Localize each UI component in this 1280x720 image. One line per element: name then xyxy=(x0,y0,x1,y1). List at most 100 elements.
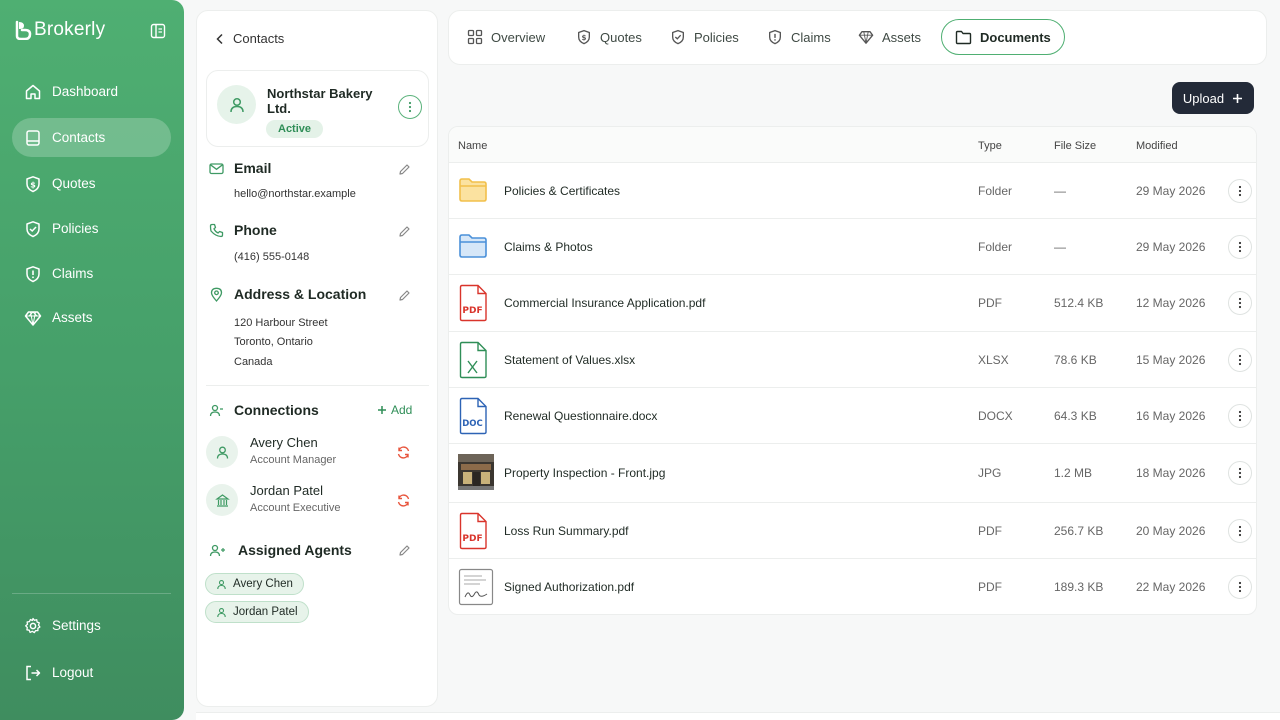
nav-claims[interactable]: Claims xyxy=(12,254,171,293)
svg-text:DOC: DOC xyxy=(462,419,483,429)
brokerly-logo[interactable]: Brokerly xyxy=(14,19,105,41)
column-type[interactable]: Type xyxy=(978,140,1002,152)
tab-overview[interactable]: Overview xyxy=(467,19,545,55)
file-name: Commercial Insurance Application.pdf xyxy=(504,296,706,310)
table-row[interactable]: DOC Renewal Questionnaire.docx DOCX 64.3… xyxy=(449,388,1256,444)
column-modified[interactable]: Modified xyxy=(1136,140,1178,152)
nav-settings[interactable]: Settings xyxy=(12,606,171,645)
file-modified: 16 May 2026 xyxy=(1136,409,1206,423)
table-row[interactable]: Property Inspection - Front.jpg JPG 1.2 … xyxy=(449,444,1256,503)
sync-icon[interactable] xyxy=(396,445,411,460)
add-connection-button[interactable]: Add xyxy=(377,403,412,417)
svg-text:$: $ xyxy=(30,180,36,189)
email-value[interactable]: hello@northstar.example xyxy=(234,185,356,205)
file-name: Policies & Certificates xyxy=(504,184,621,198)
row-actions-button[interactable] xyxy=(1228,291,1252,315)
nav-logout[interactable]: Logout xyxy=(12,653,171,692)
file-modified: 20 May 2026 xyxy=(1136,524,1206,538)
sync-icon[interactable] xyxy=(396,493,411,508)
collapse-sidebar-icon[interactable] xyxy=(150,23,166,39)
nav-dashboard[interactable]: Dashboard xyxy=(12,72,171,111)
file-type: XLSX xyxy=(978,353,1009,367)
file-size: — xyxy=(1054,184,1066,198)
tab-policies-label: Policies xyxy=(694,29,739,45)
column-name[interactable]: Name xyxy=(458,140,487,152)
nav-divider xyxy=(12,593,171,594)
address-section-header: Address & Location xyxy=(209,286,366,302)
file-size: 256.7 KB xyxy=(1054,524,1104,538)
dollar-shield-icon: $ xyxy=(26,175,40,192)
nav-quotes-label: Quotes xyxy=(52,176,96,191)
table-row[interactable]: Signed Authorization.pdf PDF 189.3 KB 22… xyxy=(449,559,1256,614)
connection-name[interactable]: Avery Chen xyxy=(250,435,318,450)
file-type: DOCX xyxy=(978,409,1013,423)
agent-chip-label: Jordan Patel xyxy=(233,606,298,618)
more-vertical-icon xyxy=(1238,297,1242,309)
table-row[interactable]: Statement of Values.xlsx XLSX 78.6 KB 15… xyxy=(449,332,1256,388)
more-vertical-icon xyxy=(408,101,412,113)
connection-role: Account Executive xyxy=(250,502,341,514)
tab-documents-label: Documents xyxy=(980,29,1051,45)
tab-quotes[interactable]: $ Quotes xyxy=(576,19,642,55)
nav-assets[interactable]: Assets xyxy=(12,298,171,337)
connections-section-header: Connections xyxy=(209,402,319,418)
tab-assets-label: Assets xyxy=(882,29,922,45)
plus-icon xyxy=(378,406,386,414)
table-row[interactable]: PDF Commercial Insurance Application.pdf… xyxy=(449,275,1256,332)
tab-claims[interactable]: Claims xyxy=(767,19,831,55)
phone-value[interactable]: (416) 555-0148 xyxy=(234,248,309,268)
shield-check-icon xyxy=(672,29,684,45)
row-actions-button[interactable] xyxy=(1228,235,1252,259)
file-type: JPG xyxy=(978,466,1002,480)
row-actions-button[interactable] xyxy=(1228,575,1252,599)
back-to-contacts[interactable]: Contacts xyxy=(215,31,284,46)
tab-documents[interactable]: Documents xyxy=(941,19,1065,55)
edit-agents-icon[interactable] xyxy=(398,544,411,557)
nav-contacts[interactable]: Contacts xyxy=(12,118,171,157)
row-actions-button[interactable] xyxy=(1228,404,1252,428)
folder-yellow-icon xyxy=(459,178,487,202)
chevron-left-icon xyxy=(216,33,223,44)
table-row[interactable]: Claims & Photos Folder — 29 May 2026 xyxy=(449,219,1256,275)
upload-button[interactable]: Upload xyxy=(1172,82,1254,114)
building-icon xyxy=(214,493,230,507)
row-actions-button[interactable] xyxy=(1228,519,1252,543)
contact-card: Northstar Bakery Ltd. Active xyxy=(206,70,429,147)
contact-book-icon xyxy=(26,129,40,146)
agent-chip[interactable]: Avery Chen xyxy=(205,573,304,595)
tab-bar: Overview $ Quotes Policies Claims Assets… xyxy=(448,10,1267,65)
edit-address-icon[interactable] xyxy=(398,289,411,302)
tab-policies[interactable]: Policies xyxy=(670,19,739,55)
back-label: Contacts xyxy=(233,31,285,46)
row-actions-button[interactable] xyxy=(1228,179,1252,203)
nav-dashboard-label: Dashboard xyxy=(52,84,119,99)
tab-assets[interactable]: Assets xyxy=(858,19,921,55)
nav-claims-label: Claims xyxy=(52,266,94,281)
row-actions-button[interactable] xyxy=(1228,348,1252,372)
address-line3: Canada xyxy=(234,356,273,368)
nav-policies[interactable]: Policies xyxy=(12,209,171,248)
dollar-shield-icon: $ xyxy=(578,29,590,45)
connection-avatar xyxy=(206,436,238,468)
column-file-size[interactable]: File Size xyxy=(1054,140,1096,152)
file-type: PDF xyxy=(978,296,1002,310)
connection-name[interactable]: Jordan Patel xyxy=(250,483,323,498)
edit-phone-icon[interactable] xyxy=(398,225,411,238)
upload-label: Upload xyxy=(1182,90,1225,106)
svg-text:PDF: PDF xyxy=(462,306,482,316)
agents-title: Assigned Agents xyxy=(238,542,352,558)
svg-text:PDF: PDF xyxy=(462,534,482,544)
table-row[interactable]: Policies & Certificates Folder — 29 May … xyxy=(449,163,1256,219)
edit-email-icon[interactable] xyxy=(398,163,411,176)
nav-quotes[interactable]: $ Quotes xyxy=(12,164,171,203)
row-actions-button[interactable] xyxy=(1228,461,1252,485)
agent-chip[interactable]: Jordan Patel xyxy=(205,601,309,623)
contact-avatar xyxy=(217,85,256,124)
file-modified: 18 May 2026 xyxy=(1136,466,1206,480)
file-type: PDF xyxy=(978,580,1002,594)
contact-more-button[interactable] xyxy=(398,95,422,119)
person-icon xyxy=(216,446,228,459)
grid-icon xyxy=(467,29,483,45)
table-row[interactable]: PDF Loss Run Summary.pdf PDF 256.7 KB 20… xyxy=(449,503,1256,559)
add-connection-label: Add xyxy=(391,403,413,417)
